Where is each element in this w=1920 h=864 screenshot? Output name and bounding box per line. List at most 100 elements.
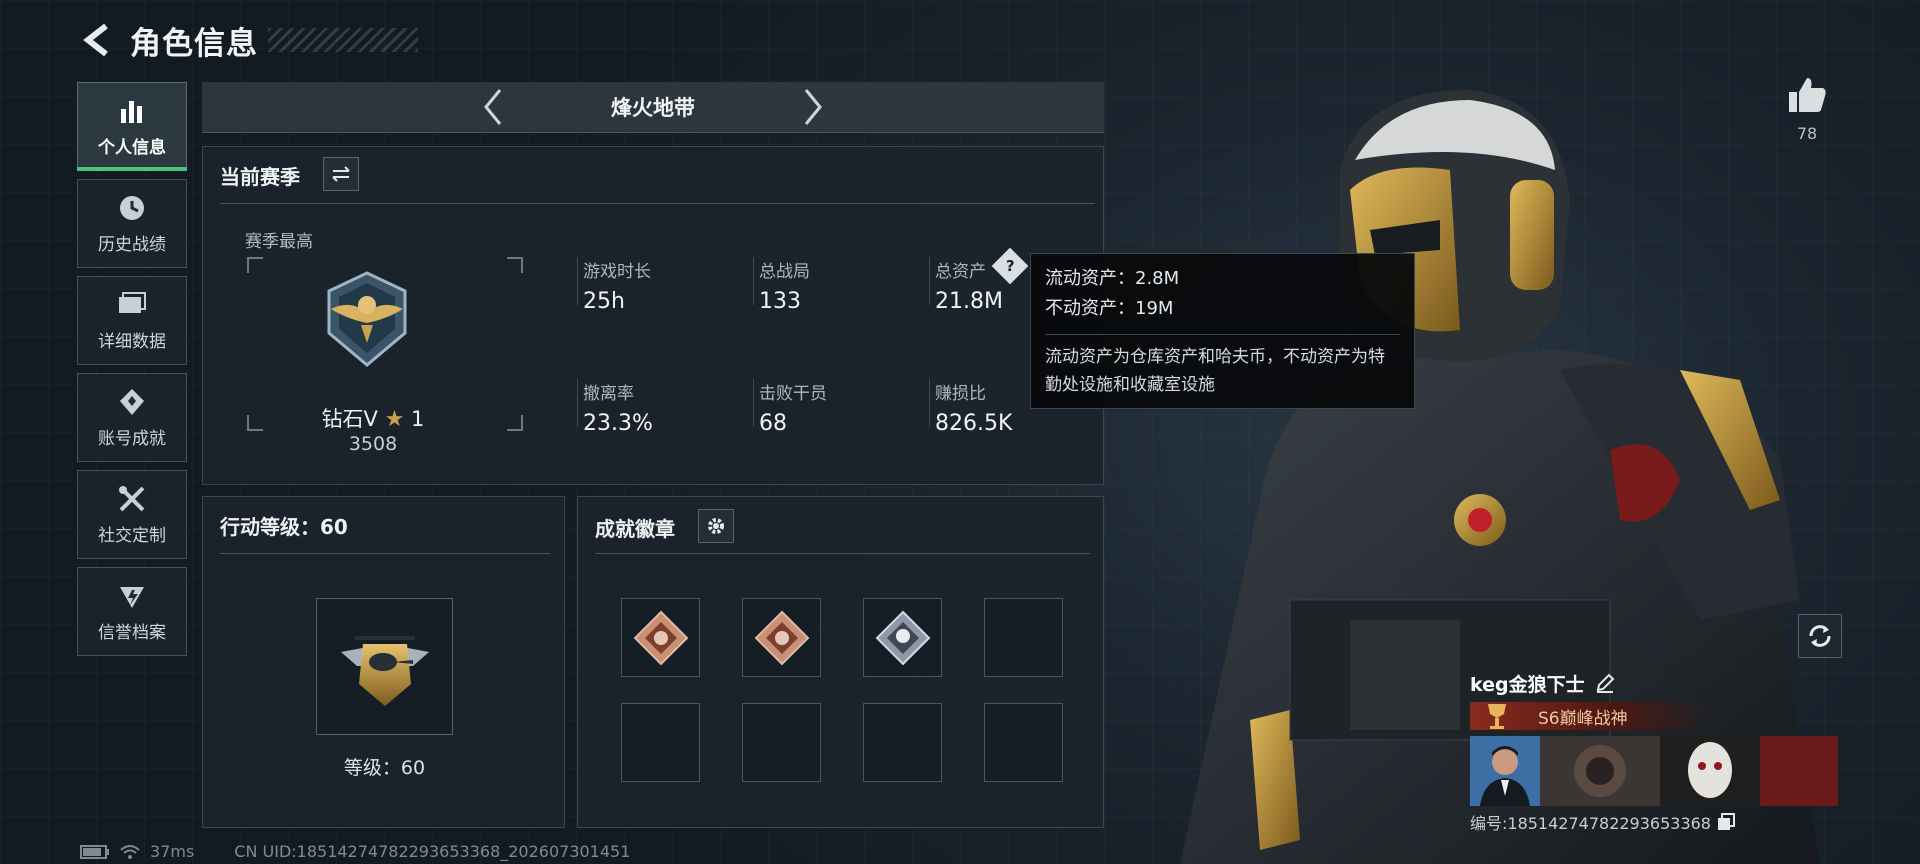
like-count: 78 xyxy=(1796,124,1818,143)
achievement-badge-slot[interactable] xyxy=(863,598,942,677)
status-bar: 37ms CN UID:18514274782293653368_2026073… xyxy=(80,842,630,861)
nav-item-personal-info[interactable]: 个人信息 xyxy=(77,82,187,171)
nav-label: 账号成就 xyxy=(98,429,166,449)
battery-icon xyxy=(80,844,109,859)
folder-icon xyxy=(116,289,148,321)
copy-icon[interactable] xyxy=(1717,813,1735,831)
frame-corner xyxy=(507,257,523,273)
nav-label: 社交定制 xyxy=(98,526,166,546)
stat-label-operators-defeated: 击败干员 xyxy=(759,384,827,404)
chevron-left-icon xyxy=(484,89,502,125)
player-card-images xyxy=(1470,736,1842,806)
silver-badge-icon xyxy=(875,610,930,665)
tools-icon xyxy=(116,483,148,515)
stat-label-total-assets: 总资产 xyxy=(935,262,986,282)
gear-icon xyxy=(708,518,724,534)
stat-value-profit-ratio: 826.5K xyxy=(935,411,1013,436)
nav-label: 历史战绩 xyxy=(98,235,166,255)
tooltip-liquid-assets: 流动资产：2.8M xyxy=(1045,268,1180,289)
stat-label-extract-rate: 撤离率 xyxy=(583,384,634,404)
stat-value-operators-defeated: 68 xyxy=(759,411,787,436)
assets-tooltip: 流动资产：2.8M 不动资产：19M 流动资产为仓库资产和哈夫币，不动资产为特勤… xyxy=(1030,253,1415,409)
nav-item-detailed-data[interactable]: 详细数据 xyxy=(77,276,187,365)
tooltip-description: 流动资产为仓库资产和哈夫币，不动资产为特勤处设施和收藏室设施 xyxy=(1045,334,1400,399)
nav-label: 信誉档案 xyxy=(98,623,166,643)
wifi-icon xyxy=(120,844,140,859)
player-uid: 编号:18514274782293653368 xyxy=(1470,814,1711,833)
achievements-settings-button[interactable] xyxy=(698,509,734,543)
player-title-badge: S6巅峰战神 xyxy=(1470,702,1710,730)
achievements-panel: 成就徽章 xyxy=(577,496,1104,828)
divider xyxy=(220,553,550,554)
mode-title: 烽火地带 xyxy=(611,96,695,120)
stat-divider xyxy=(929,379,930,427)
bar-chart-icon xyxy=(116,95,148,127)
action-level-title: 行动等级：60 xyxy=(220,515,348,539)
player-uid-row: 编号:18514274782293653368 xyxy=(1470,810,1842,834)
season-title: 当前赛季 xyxy=(220,165,300,189)
help-question-icon[interactable]: ? xyxy=(991,247,1029,285)
player-name: keg金狼下士 xyxy=(1470,673,1585,696)
stat-divider xyxy=(753,379,754,427)
stat-label-total-matches: 总战局 xyxy=(759,262,810,282)
header: 角色信息 xyxy=(78,16,418,64)
helicopter-level-emblem xyxy=(340,635,429,706)
achievement-badge-slot-empty[interactable] xyxy=(984,703,1063,782)
rank-stars: 1 xyxy=(411,407,425,431)
frame-corner xyxy=(247,415,263,431)
rank-name: 钻石V xyxy=(321,407,378,431)
stat-divider xyxy=(753,257,754,305)
achievement-badge-slot-empty[interactable] xyxy=(984,598,1063,677)
credit-icon xyxy=(116,580,148,612)
achievement-badge-slot[interactable] xyxy=(621,598,700,677)
stat-divider xyxy=(577,257,578,305)
nav-label: 详细数据 xyxy=(98,332,166,352)
nav-item-history[interactable]: 历史战绩 xyxy=(77,179,187,268)
back-button[interactable] xyxy=(78,20,118,60)
like-button[interactable]: 78 xyxy=(1782,76,1832,143)
ping-value: 37ms xyxy=(150,842,195,861)
nav-label: 个人信息 xyxy=(98,138,166,158)
thumbs-up-icon xyxy=(1789,78,1826,112)
player-avatar[interactable] xyxy=(1470,736,1540,806)
frame-corner xyxy=(507,415,523,431)
season-best-label: 赛季最高 xyxy=(245,232,313,252)
nav-item-social-custom[interactable]: 社交定制 xyxy=(77,470,187,559)
achievement-badge-slot[interactable] xyxy=(742,598,821,677)
achievement-badge-slot-empty[interactable] xyxy=(621,703,700,782)
rank-line: 钻石V ★ 1 xyxy=(273,403,473,433)
stat-value-total-matches: 133 xyxy=(759,289,801,314)
trophy-title-icon xyxy=(1488,704,1506,729)
mode-next-button[interactable] xyxy=(793,85,833,129)
achievements-title: 成就徽章 xyxy=(595,517,675,541)
achievement-badge-slot-empty[interactable] xyxy=(863,703,942,782)
season-panel: 当前赛季 赛季最高 钻石V ★ 1 3508 游戏时长 25h 总战局 133 … xyxy=(202,146,1104,485)
page-title: 角色信息 xyxy=(130,25,258,62)
history-icon xyxy=(116,192,148,224)
divider xyxy=(595,553,1090,554)
level-emblem-frame xyxy=(316,598,453,735)
rotate-model-button[interactable] xyxy=(1798,614,1842,658)
swap-icon xyxy=(332,166,350,182)
achievement-badge-slot-empty[interactable] xyxy=(742,703,821,782)
wolf-badge-icon xyxy=(754,610,809,665)
player-card: keg金狼下士 S6巅峰战神 编号:18514274782293653368 xyxy=(1470,668,1842,834)
player-title: S6巅峰战神 xyxy=(1538,708,1628,729)
diamond-rank-emblem xyxy=(327,271,407,367)
nav-item-credit[interactable]: 信誉档案 xyxy=(77,567,187,656)
star-icon: ★ xyxy=(384,407,405,432)
title-decoration xyxy=(268,28,418,52)
frame-corner xyxy=(247,257,263,273)
edit-pencil-icon[interactable] xyxy=(1595,673,1615,693)
stat-divider xyxy=(929,257,930,305)
nav-item-achievements[interactable]: 账号成就 xyxy=(77,373,187,462)
mode-prev-button[interactable] xyxy=(473,85,513,129)
divider xyxy=(220,203,1095,204)
season-switch-button[interactable] xyxy=(323,157,359,191)
achievement-icon xyxy=(116,386,148,418)
stat-value-playtime: 25h xyxy=(583,289,625,314)
client-uid: CN UID:18514274782293653368_202607301451 xyxy=(234,842,631,861)
back-arrow-icon xyxy=(83,23,108,57)
question-mark-glyph: ? xyxy=(1005,256,1015,275)
player-card-banner[interactable] xyxy=(1540,736,1838,806)
